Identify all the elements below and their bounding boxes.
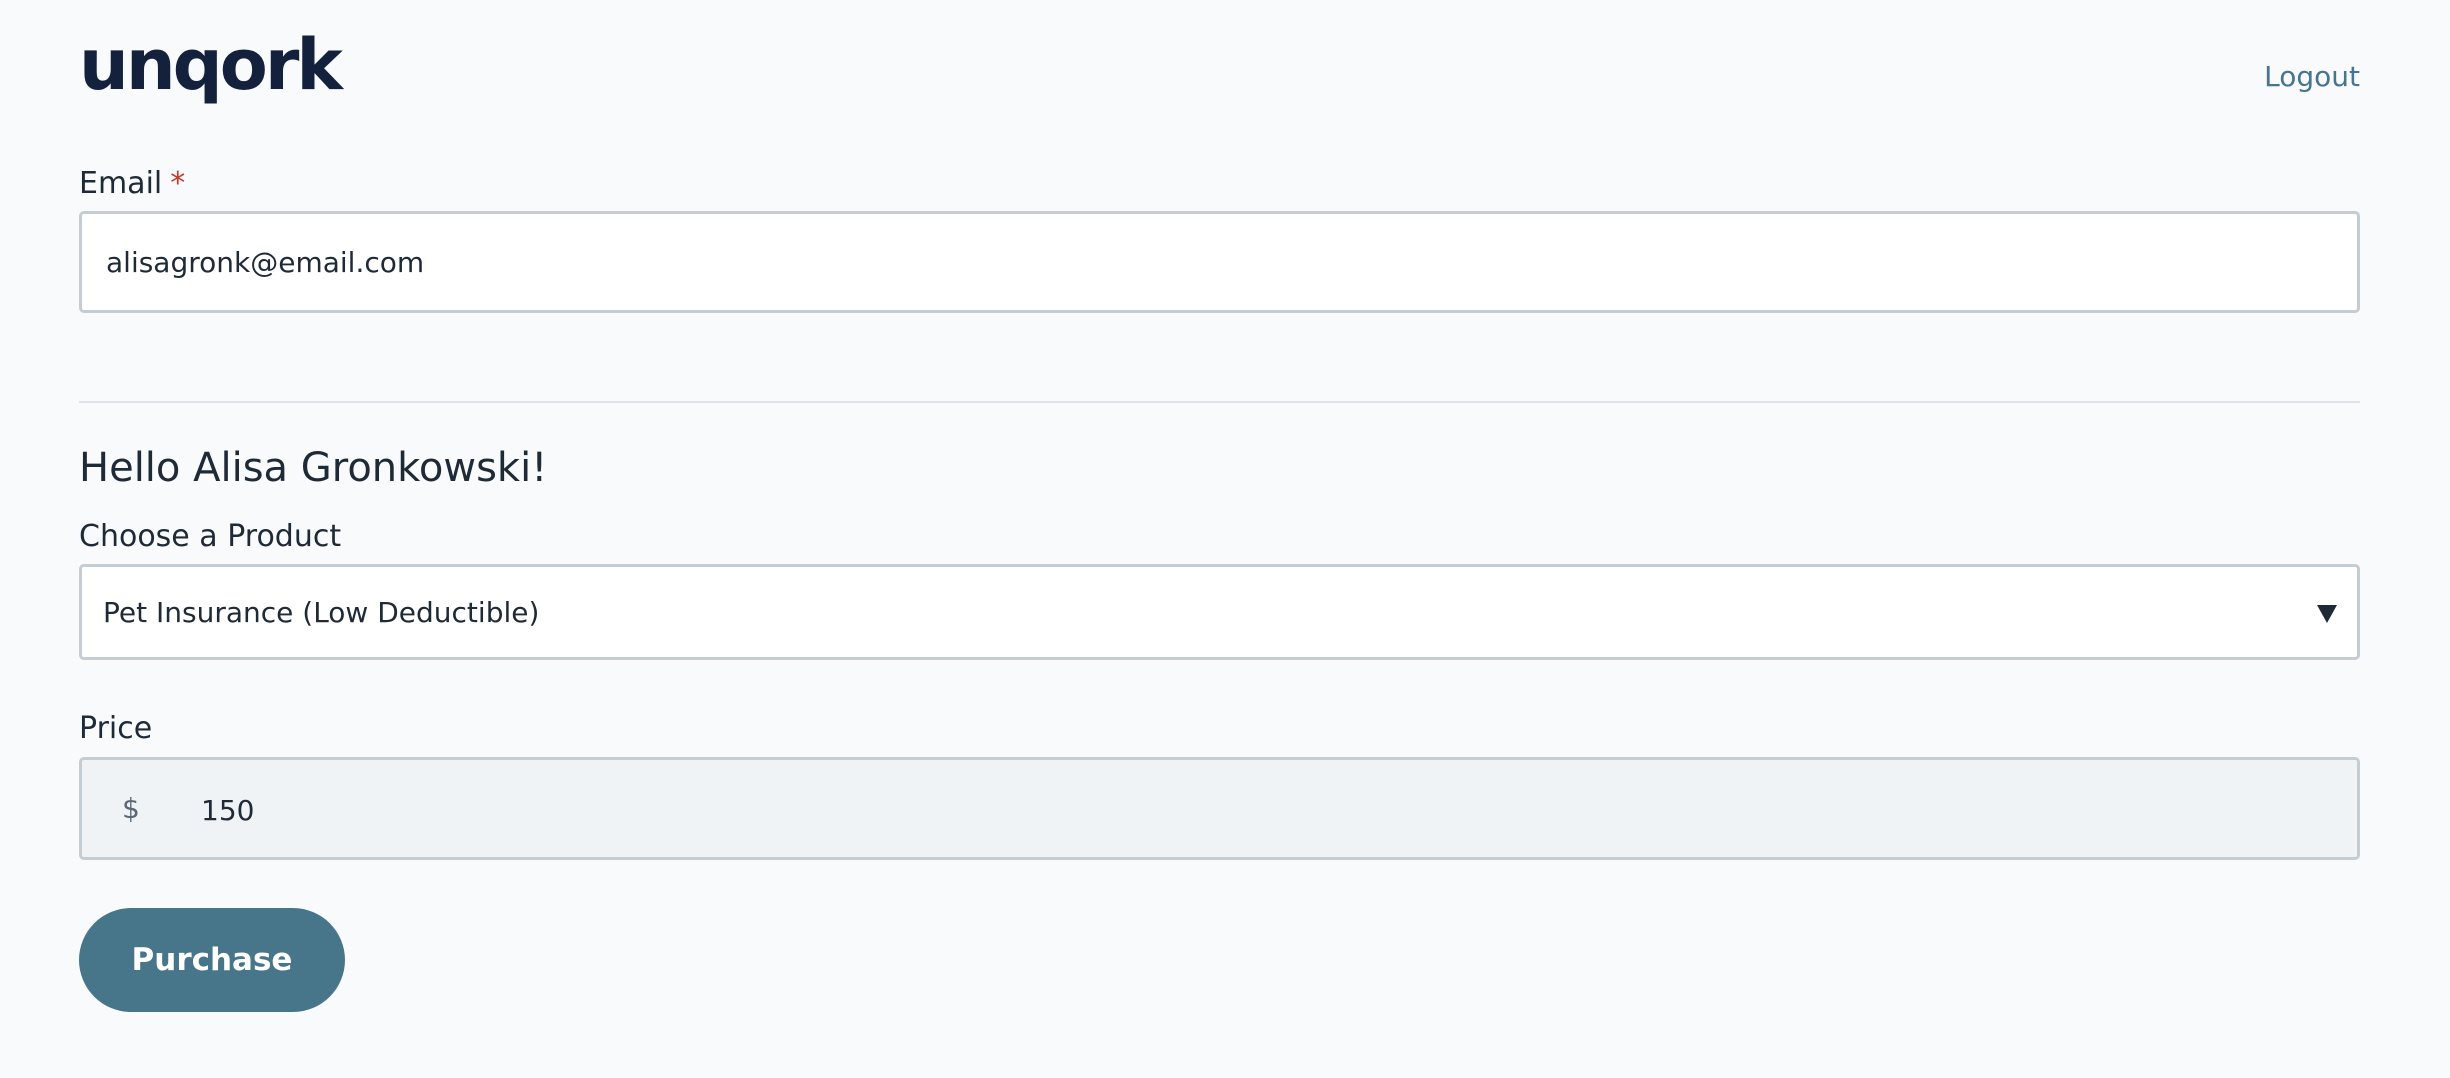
email-label-text: Email <box>79 166 163 201</box>
currency-symbol: $ <box>122 792 140 825</box>
price-field: $ 150 <box>79 757 2360 860</box>
logout-link[interactable]: Logout <box>2264 60 2360 93</box>
header: unqork Logout <box>79 30 2360 130</box>
purchase-button[interactable]: Purchase <box>79 908 345 1012</box>
unqork-logo: unqork <box>79 24 343 106</box>
email-input[interactable] <box>79 211 2360 313</box>
required-marker: * <box>170 166 186 201</box>
section-divider <box>79 401 2360 403</box>
product-label: Choose a Product <box>79 519 342 554</box>
price-label: Price <box>79 711 153 746</box>
page: unqork Logout Email* Hello Alisa Gronkow… <box>79 0 2360 1078</box>
email-label: Email * <box>79 166 185 201</box>
price-value: 150 <box>201 794 255 827</box>
greeting-heading: Hello Alisa Gronkowski! <box>79 445 548 491</box>
caret-down-icon <box>2317 605 2337 623</box>
product-select-value: Pet Insurance (Low Deductible) <box>103 596 540 629</box>
product-select[interactable]: Pet Insurance (Low Deductible) <box>79 564 2360 660</box>
